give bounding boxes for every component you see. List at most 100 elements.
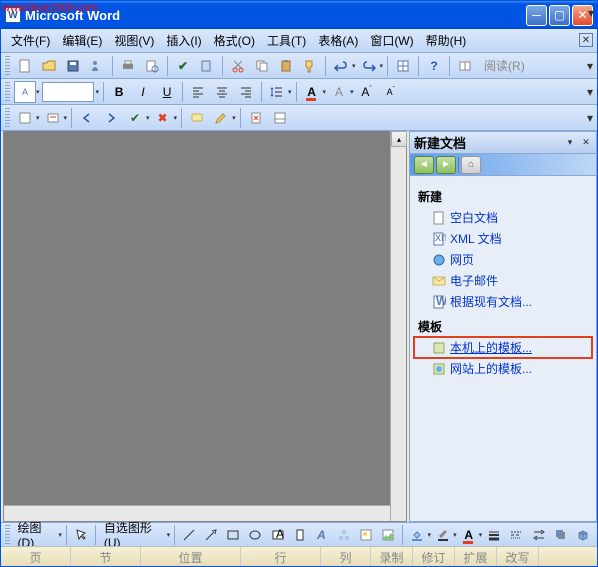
menu-window[interactable]: 窗口(W)	[364, 29, 419, 52]
select-objects-button[interactable]	[71, 524, 91, 546]
link-local-templates[interactable]: 本机上的模板...	[414, 337, 592, 358]
rectangle-tool-button[interactable]	[223, 524, 243, 546]
wordart-button[interactable]: A	[312, 524, 332, 546]
align-right-button[interactable]	[235, 81, 257, 103]
task-pane-menu-arrow[interactable]: ▾	[564, 137, 576, 149]
fill-color-button[interactable]	[407, 524, 427, 546]
markup-dropdown-arrow[interactable]: ▾	[64, 114, 68, 122]
review-dropdown-arrow[interactable]: ▾	[36, 114, 40, 122]
redo-dropdown-arrow[interactable]: ▾	[380, 62, 384, 70]
reject-change-button[interactable]: ✖	[152, 107, 174, 129]
cut-button[interactable]	[227, 55, 249, 77]
threed-style-button[interactable]	[573, 524, 593, 546]
menu-insert[interactable]: 插入(I)	[160, 29, 207, 52]
char-shrink-button[interactable]: Aˇ	[380, 81, 402, 103]
open-button[interactable]	[38, 55, 60, 77]
fillcolor-dropdown-arrow[interactable]: ▾	[427, 531, 431, 539]
accept-dropdown-arrow[interactable]: ▾	[146, 114, 150, 122]
autoshape-dropdown-arrow[interactable]: ▾	[167, 531, 171, 539]
menu-tools[interactable]: 工具(T)	[261, 29, 312, 52]
fontsize-dropdown-arrow[interactable]: ▾	[96, 88, 100, 96]
undo-button[interactable]	[330, 55, 352, 77]
diagram-button[interactable]	[334, 524, 354, 546]
clipart-button[interactable]	[356, 524, 376, 546]
toolbar-overflow[interactable]: ▾	[585, 108, 595, 128]
menu-help[interactable]: 帮助(H)	[420, 29, 473, 52]
redo-button[interactable]	[358, 55, 380, 77]
drawfont-dropdown-arrow[interactable]: ▾	[479, 531, 483, 539]
font-size-combo[interactable]	[42, 82, 94, 102]
style-combo[interactable]: A	[14, 81, 36, 103]
underline-button[interactable]: U	[156, 81, 178, 103]
status-rec[interactable]: 录制	[371, 547, 413, 566]
line-style-button[interactable]	[484, 524, 504, 546]
menu-view[interactable]: 视图(V)	[108, 29, 160, 52]
reject-dropdown-arrow[interactable]: ▾	[174, 114, 178, 122]
link-from-existing[interactable]: W 根据现有文档...	[414, 291, 592, 312]
italic-button[interactable]: I	[132, 81, 154, 103]
prev-change-button[interactable]	[76, 107, 98, 129]
copy-button[interactable]	[251, 55, 273, 77]
textbox-tool-button[interactable]: A	[268, 524, 288, 546]
track-changes-button[interactable]	[245, 107, 267, 129]
accept-change-button[interactable]: ✔	[124, 107, 146, 129]
align-center-button[interactable]	[211, 81, 233, 103]
new-doc-button[interactable]	[14, 55, 36, 77]
vertical-textbox-button[interactable]	[290, 524, 310, 546]
research-button[interactable]	[196, 55, 218, 77]
char-grow-button[interactable]: Aˆ	[356, 81, 378, 103]
fontcolor-dropdown-arrow[interactable]: ▾	[323, 88, 327, 96]
dash-style-button[interactable]	[506, 524, 526, 546]
insert-picture-button[interactable]	[378, 524, 398, 546]
bold-button[interactable]: B	[108, 81, 130, 103]
paste-button[interactable]	[275, 55, 297, 77]
menu-file[interactable]: 文件(F)	[5, 29, 56, 52]
line-tool-button[interactable]	[179, 524, 199, 546]
menu-format[interactable]: 格式(O)	[208, 29, 261, 52]
maximize-button[interactable]: ▢	[549, 5, 570, 26]
font-color-draw-button[interactable]: A	[459, 524, 479, 546]
status-trk[interactable]: 修订	[413, 547, 455, 566]
save-button[interactable]	[62, 55, 84, 77]
read-mode-label[interactable]: 阅读(R)	[478, 57, 531, 74]
arrow-tool-button[interactable]	[201, 524, 221, 546]
spacing-dropdown-arrow[interactable]: ▾	[288, 88, 292, 96]
char-scaling-button[interactable]: A	[328, 81, 350, 103]
link-web-page[interactable]: 网页	[414, 249, 592, 270]
show-markup-button[interactable]	[42, 107, 64, 129]
highlight-dropdown-arrow[interactable]: ▾	[232, 114, 236, 122]
align-left-button[interactable]	[187, 81, 209, 103]
font-color-button[interactable]: A	[301, 81, 323, 103]
toolbar-overflow[interactable]: ▾	[585, 82, 595, 102]
draw-dropdown-arrow[interactable]: ▾	[58, 531, 62, 539]
menu-edit[interactable]: 编辑(E)	[56, 29, 108, 52]
spellcheck-button[interactable]: ✔	[172, 55, 194, 77]
nav-back-button[interactable]: ◄	[414, 156, 434, 174]
read-mode-icon[interactable]	[454, 55, 476, 77]
insert-comment-button[interactable]	[186, 107, 208, 129]
display-review-button[interactable]	[14, 107, 36, 129]
menubar-close-icon[interactable]: ✕	[579, 33, 593, 47]
toolbar-overflow[interactable]: ▾	[585, 56, 595, 76]
minimize-button[interactable]: ─	[526, 5, 547, 26]
link-web-templates[interactable]: 网站上的模板...	[414, 358, 592, 379]
shadow-style-button[interactable]	[551, 524, 571, 546]
toolbar-handle[interactable]	[5, 82, 10, 102]
toolbar-handle[interactable]	[5, 56, 10, 76]
line-spacing-button[interactable]	[266, 81, 288, 103]
table-insert-button[interactable]	[392, 55, 414, 77]
link-blank-doc[interactable]: 空白文档	[414, 207, 592, 228]
toolbar-overflow[interactable]: ▾	[586, 3, 596, 23]
scaling-dropdown-arrow[interactable]: ▾	[350, 88, 354, 96]
link-xml-doc[interactable]: xml XML 文档	[414, 228, 592, 249]
next-change-button[interactable]	[100, 107, 122, 129]
linecolor-dropdown-arrow[interactable]: ▾	[453, 531, 457, 539]
permission-button[interactable]	[86, 55, 108, 77]
nav-home-button[interactable]: ⌂	[461, 156, 481, 174]
style-dropdown-arrow[interactable]: ▾	[36, 88, 40, 96]
document-area[interactable]: ▴	[3, 131, 407, 522]
toolbar-handle[interactable]	[5, 108, 10, 128]
horizontal-scrollbar[interactable]	[4, 505, 390, 521]
format-painter-button[interactable]	[299, 55, 321, 77]
arrow-style-button[interactable]	[529, 524, 549, 546]
